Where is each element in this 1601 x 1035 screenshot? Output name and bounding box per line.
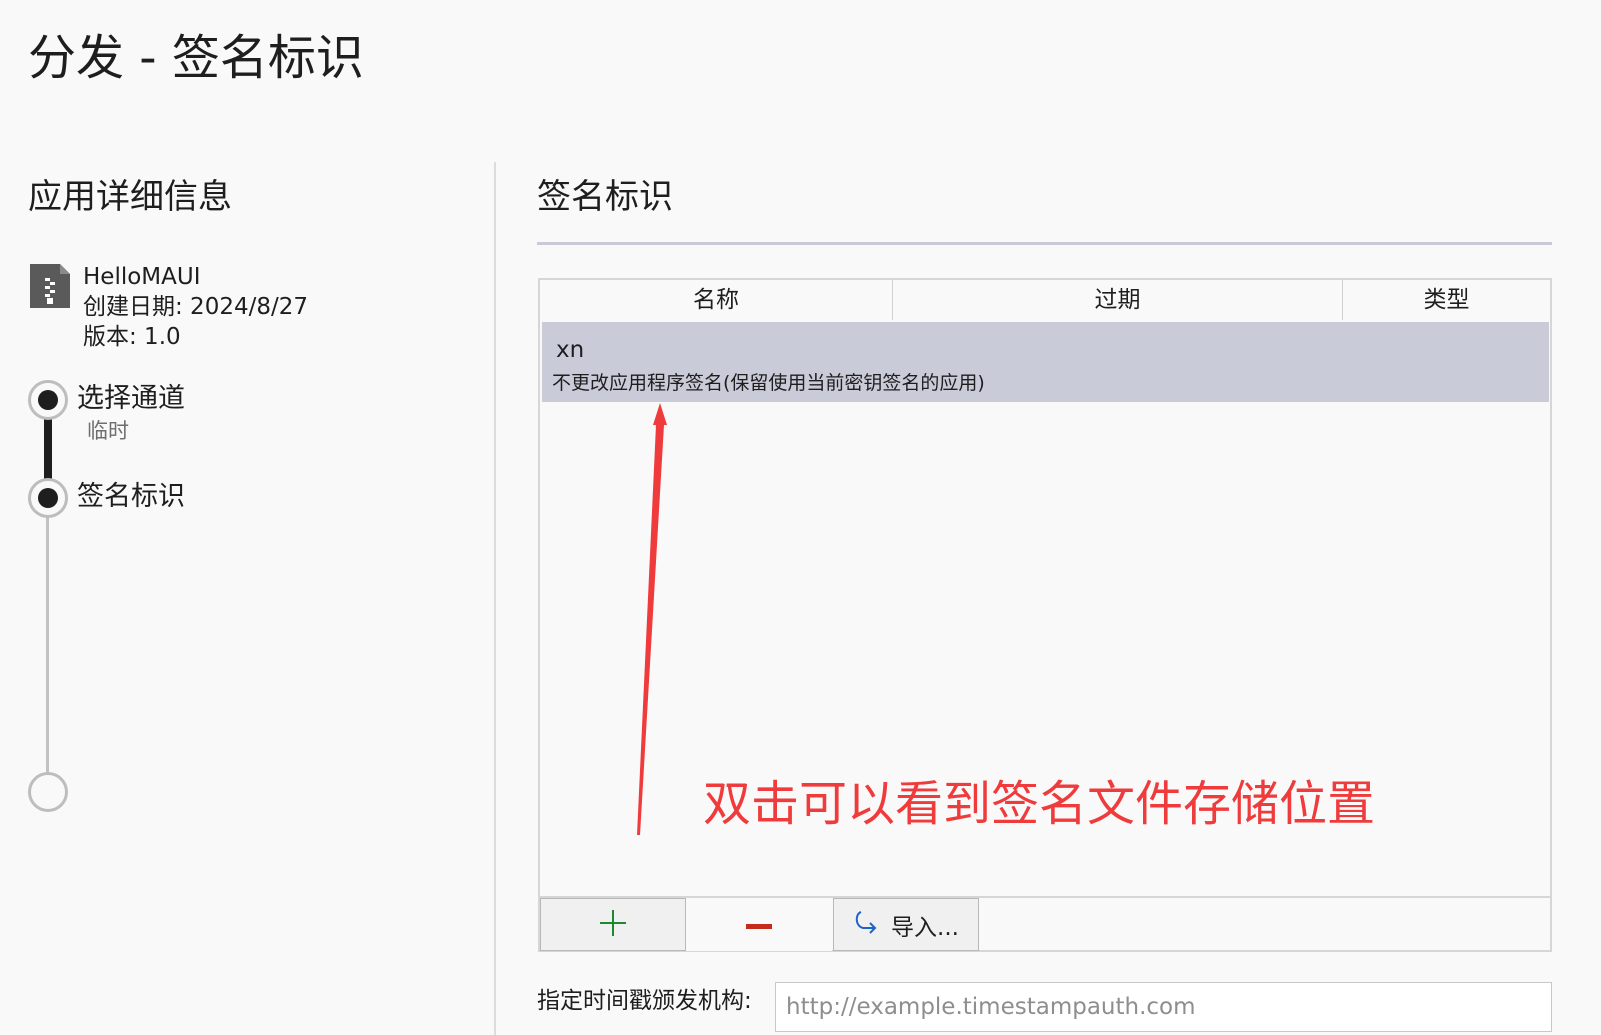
step-node-done (28, 380, 68, 420)
step-label-signing[interactable]: 签名标识 (77, 479, 185, 515)
step-node-pending (28, 772, 68, 812)
section-underline (537, 242, 1552, 245)
plus-icon (599, 909, 627, 941)
page-title: 分发 - 签名标识 (28, 30, 364, 86)
row-title: xn (556, 337, 585, 363)
timestamp-authority-input[interactable] (775, 982, 1552, 1032)
section-heading: 签名标识 (537, 177, 673, 217)
table-row[interactable]: xn 不更改应用程序签名(保留使用当前密钥签名的应用) (542, 322, 1549, 402)
timestamp-authority-label: 指定时间戳颁发机构: (537, 988, 752, 1014)
file-zip-icon (30, 264, 70, 308)
column-header-expiry[interactable]: 过期 (893, 280, 1342, 320)
step-label-channel[interactable]: 选择通道 (77, 381, 185, 417)
table-toolbar: 导入... (538, 897, 1552, 952)
import-label: 导入... (891, 914, 959, 941)
annotation-arrow (637, 403, 667, 835)
annotation-text: 双击可以看到签名文件存储位置 (703, 776, 1376, 832)
sidebar-heading: 应用详细信息 (28, 177, 232, 217)
app-name: HelloMAUI (83, 264, 201, 290)
minus-icon (746, 915, 772, 934)
remove-button[interactable] (686, 898, 832, 951)
add-button[interactable] (540, 898, 686, 951)
column-header-type[interactable]: 类型 (1343, 280, 1550, 320)
app-created-date: 创建日期: 2024/8/27 (83, 294, 308, 320)
stepper-line-pending (46, 498, 49, 773)
import-button[interactable]: 导入... (833, 898, 979, 951)
import-arrow-icon (853, 910, 881, 940)
step-node-current (28, 478, 68, 518)
step-sub-channel: 临时 (87, 419, 129, 443)
sidebar-divider (494, 162, 496, 1035)
column-header-name[interactable]: 名称 (540, 280, 892, 320)
row-description: 不更改应用程序签名(保留使用当前密钥签名的应用) (552, 372, 985, 394)
app-version: 版本: 1.0 (83, 324, 181, 350)
